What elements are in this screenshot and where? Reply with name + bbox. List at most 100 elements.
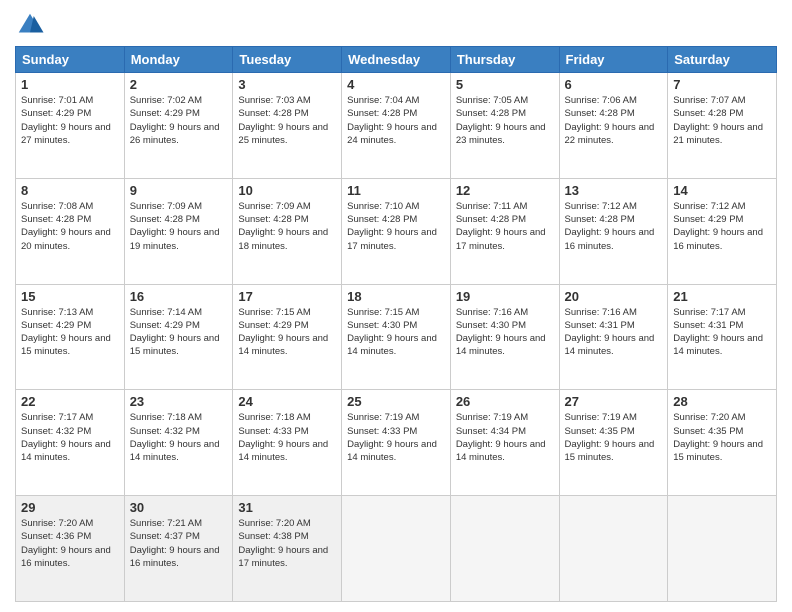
day-info: Sunrise: 7:17 AMSunset: 4:31 PMDaylight:… [673,307,763,358]
calendar-body: 1 Sunrise: 7:01 AMSunset: 4:29 PMDayligh… [16,73,777,602]
day-number: 31 [238,500,336,515]
day-info: Sunrise: 7:17 AMSunset: 4:32 PMDaylight:… [21,412,111,463]
day-info: Sunrise: 7:10 AMSunset: 4:28 PMDaylight:… [347,201,437,252]
calendar-cell: 22 Sunrise: 7:17 AMSunset: 4:32 PMDaylig… [16,390,125,496]
day-info: Sunrise: 7:20 AMSunset: 4:38 PMDaylight:… [238,518,328,569]
logo-icon [15,10,45,40]
day-number: 3 [238,77,336,92]
calendar-header-sunday: Sunday [16,47,125,73]
calendar-cell: 31 Sunrise: 7:20 AMSunset: 4:38 PMDaylig… [233,496,342,602]
day-number: 29 [21,500,119,515]
calendar-cell: 12 Sunrise: 7:11 AMSunset: 4:28 PMDaylig… [450,178,559,284]
day-info: Sunrise: 7:11 AMSunset: 4:28 PMDaylight:… [456,201,546,252]
day-number: 16 [130,289,228,304]
day-info: Sunrise: 7:19 AMSunset: 4:34 PMDaylight:… [456,412,546,463]
day-info: Sunrise: 7:12 AMSunset: 4:29 PMDaylight:… [673,201,763,252]
day-number: 1 [21,77,119,92]
day-info: Sunrise: 7:12 AMSunset: 4:28 PMDaylight:… [565,201,655,252]
day-info: Sunrise: 7:19 AMSunset: 4:35 PMDaylight:… [565,412,655,463]
calendar-cell: 2 Sunrise: 7:02 AMSunset: 4:29 PMDayligh… [124,73,233,179]
day-number: 24 [238,394,336,409]
day-info: Sunrise: 7:16 AMSunset: 4:31 PMDaylight:… [565,307,655,358]
day-number: 20 [565,289,663,304]
day-info: Sunrise: 7:07 AMSunset: 4:28 PMDaylight:… [673,95,763,146]
day-info: Sunrise: 7:09 AMSunset: 4:28 PMDaylight:… [238,201,328,252]
day-info: Sunrise: 7:15 AMSunset: 4:30 PMDaylight:… [347,307,437,358]
calendar-cell: 6 Sunrise: 7:06 AMSunset: 4:28 PMDayligh… [559,73,668,179]
calendar-cell: 8 Sunrise: 7:08 AMSunset: 4:28 PMDayligh… [16,178,125,284]
day-info: Sunrise: 7:21 AMSunset: 4:37 PMDaylight:… [130,518,220,569]
day-number: 30 [130,500,228,515]
day-number: 4 [347,77,445,92]
day-info: Sunrise: 7:02 AMSunset: 4:29 PMDaylight:… [130,95,220,146]
calendar-header-monday: Monday [124,47,233,73]
calendar-week-3: 15 Sunrise: 7:13 AMSunset: 4:29 PMDaylig… [16,284,777,390]
calendar-cell: 21 Sunrise: 7:17 AMSunset: 4:31 PMDaylig… [668,284,777,390]
day-number: 7 [673,77,771,92]
calendar-cell: 25 Sunrise: 7:19 AMSunset: 4:33 PMDaylig… [342,390,451,496]
calendar-cell: 28 Sunrise: 7:20 AMSunset: 4:35 PMDaylig… [668,390,777,496]
calendar-week-1: 1 Sunrise: 7:01 AMSunset: 4:29 PMDayligh… [16,73,777,179]
calendar-cell: 24 Sunrise: 7:18 AMSunset: 4:33 PMDaylig… [233,390,342,496]
day-number: 22 [21,394,119,409]
calendar-header-tuesday: Tuesday [233,47,342,73]
calendar-cell: 29 Sunrise: 7:20 AMSunset: 4:36 PMDaylig… [16,496,125,602]
day-number: 15 [21,289,119,304]
day-number: 13 [565,183,663,198]
calendar-cell: 16 Sunrise: 7:14 AMSunset: 4:29 PMDaylig… [124,284,233,390]
day-number: 26 [456,394,554,409]
calendar-cell: 26 Sunrise: 7:19 AMSunset: 4:34 PMDaylig… [450,390,559,496]
calendar-cell: 3 Sunrise: 7:03 AMSunset: 4:28 PMDayligh… [233,73,342,179]
calendar-cell: 18 Sunrise: 7:15 AMSunset: 4:30 PMDaylig… [342,284,451,390]
day-number: 6 [565,77,663,92]
calendar-header-wednesday: Wednesday [342,47,451,73]
calendar-cell [342,496,451,602]
day-number: 27 [565,394,663,409]
day-number: 2 [130,77,228,92]
calendar-cell: 23 Sunrise: 7:18 AMSunset: 4:32 PMDaylig… [124,390,233,496]
calendar-header-row: SundayMondayTuesdayWednesdayThursdayFrid… [16,47,777,73]
calendar-cell: 11 Sunrise: 7:10 AMSunset: 4:28 PMDaylig… [342,178,451,284]
day-number: 5 [456,77,554,92]
day-info: Sunrise: 7:03 AMSunset: 4:28 PMDaylight:… [238,95,328,146]
day-info: Sunrise: 7:16 AMSunset: 4:30 PMDaylight:… [456,307,546,358]
day-number: 14 [673,183,771,198]
day-number: 19 [456,289,554,304]
calendar-table: SundayMondayTuesdayWednesdayThursdayFrid… [15,46,777,602]
calendar-cell: 5 Sunrise: 7:05 AMSunset: 4:28 PMDayligh… [450,73,559,179]
day-info: Sunrise: 7:04 AMSunset: 4:28 PMDaylight:… [347,95,437,146]
calendar-header-thursday: Thursday [450,47,559,73]
day-number: 23 [130,394,228,409]
day-info: Sunrise: 7:18 AMSunset: 4:32 PMDaylight:… [130,412,220,463]
calendar-cell: 17 Sunrise: 7:15 AMSunset: 4:29 PMDaylig… [233,284,342,390]
calendar-cell: 9 Sunrise: 7:09 AMSunset: 4:28 PMDayligh… [124,178,233,284]
page: SundayMondayTuesdayWednesdayThursdayFrid… [0,0,792,612]
day-number: 12 [456,183,554,198]
calendar-header-saturday: Saturday [668,47,777,73]
calendar-cell [559,496,668,602]
calendar-cell: 7 Sunrise: 7:07 AMSunset: 4:28 PMDayligh… [668,73,777,179]
day-info: Sunrise: 7:14 AMSunset: 4:29 PMDaylight:… [130,307,220,358]
day-number: 11 [347,183,445,198]
calendar-cell [450,496,559,602]
day-info: Sunrise: 7:13 AMSunset: 4:29 PMDaylight:… [21,307,111,358]
day-info: Sunrise: 7:15 AMSunset: 4:29 PMDaylight:… [238,307,328,358]
calendar-cell: 14 Sunrise: 7:12 AMSunset: 4:29 PMDaylig… [668,178,777,284]
calendar-week-5: 29 Sunrise: 7:20 AMSunset: 4:36 PMDaylig… [16,496,777,602]
day-number: 18 [347,289,445,304]
day-info: Sunrise: 7:20 AMSunset: 4:36 PMDaylight:… [21,518,111,569]
day-number: 8 [21,183,119,198]
calendar-cell: 19 Sunrise: 7:16 AMSunset: 4:30 PMDaylig… [450,284,559,390]
calendar-cell: 1 Sunrise: 7:01 AMSunset: 4:29 PMDayligh… [16,73,125,179]
day-info: Sunrise: 7:05 AMSunset: 4:28 PMDaylight:… [456,95,546,146]
day-number: 17 [238,289,336,304]
day-number: 28 [673,394,771,409]
calendar-header-friday: Friday [559,47,668,73]
calendar-week-2: 8 Sunrise: 7:08 AMSunset: 4:28 PMDayligh… [16,178,777,284]
logo [15,10,49,40]
day-info: Sunrise: 7:09 AMSunset: 4:28 PMDaylight:… [130,201,220,252]
calendar-cell: 10 Sunrise: 7:09 AMSunset: 4:28 PMDaylig… [233,178,342,284]
day-info: Sunrise: 7:06 AMSunset: 4:28 PMDaylight:… [565,95,655,146]
calendar-cell: 27 Sunrise: 7:19 AMSunset: 4:35 PMDaylig… [559,390,668,496]
day-info: Sunrise: 7:18 AMSunset: 4:33 PMDaylight:… [238,412,328,463]
